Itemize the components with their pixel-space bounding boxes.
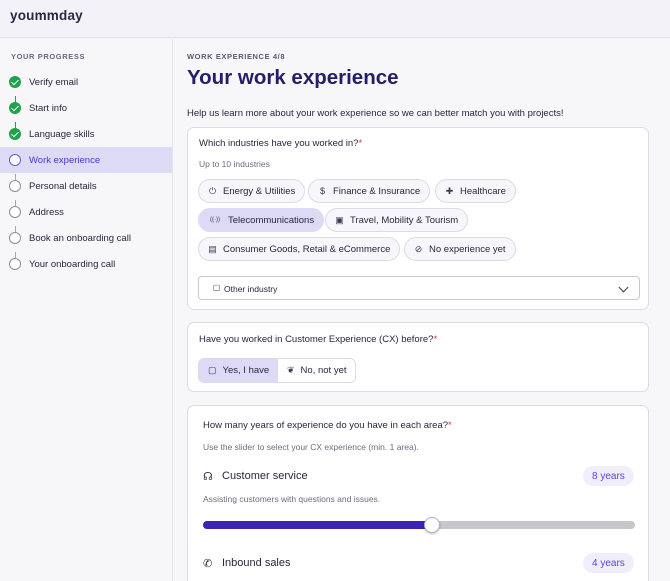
chip-travel-mobility-tourism[interactable]: ▣ Travel, Mobility & Tourism	[325, 208, 469, 232]
industries-question: Which industries have you worked in?*	[199, 138, 363, 149]
customer-service-slider[interactable]	[203, 521, 635, 529]
required-mark: *	[358, 138, 363, 149]
area-description: Assisting customers with questions and i…	[203, 494, 381, 504]
step-label: Your onboarding call	[29, 259, 116, 270]
briefcase-icon: ▢	[208, 365, 217, 375]
step-label: Work experience	[29, 155, 101, 166]
healthcare-icon: ✚	[445, 185, 454, 196]
chip-finance-insurance[interactable]: $ Finance & Insurance	[308, 179, 431, 203]
progress-heading: YOUR PROGRESS	[11, 52, 86, 61]
phone-incoming-icon: ✆	[203, 558, 213, 570]
area-name: Customer service	[222, 470, 308, 482]
industries-hint: Up to 10 industries	[199, 159, 270, 169]
years-question: How many years of experience do you have…	[203, 420, 452, 431]
chip-no-experience[interactable]: ⊘ No experience yet	[404, 237, 516, 261]
check-icon	[9, 102, 21, 114]
chip-healthcare[interactable]: ✚ Healthcare	[435, 179, 516, 203]
cx-experience-card: Have you worked in Customer Experience (…	[187, 322, 649, 392]
sprout-icon: ❦	[287, 365, 295, 375]
other-industry-label: Other industry	[224, 284, 278, 294]
pending-step-icon	[9, 232, 21, 244]
step-personal-details[interactable]: Personal details	[0, 173, 172, 199]
store-icon: ▤	[208, 243, 217, 254]
step-label: Book an onboarding call	[29, 233, 131, 244]
step-label: Start info	[29, 103, 68, 114]
briefcase-icon: ▢	[212, 283, 221, 292]
years-badge: 4 years	[583, 553, 634, 573]
dollar-icon: $	[319, 185, 325, 196]
pending-step-icon	[9, 206, 21, 218]
chevron-down-icon	[618, 282, 629, 293]
years-badge: 8 years	[583, 466, 634, 486]
step-label: Personal details	[29, 181, 97, 192]
step-work-experience[interactable]: Work experience	[0, 147, 172, 173]
step-verify-email[interactable]: Verify email	[0, 69, 172, 95]
chip-energy-utilities[interactable]: ⏻ Energy & Utilities	[198, 179, 306, 203]
headset-icon: ☊	[203, 471, 213, 483]
other-industry-select[interactable]: ▢ Other industry	[198, 276, 640, 300]
cx-toggle: ▢ Yes, I have ❦ No, not yet	[198, 358, 356, 383]
yoummday-logo[interactable]: yoummday	[10, 8, 83, 23]
required-mark: *	[448, 420, 452, 431]
yes-i-have-button[interactable]: ▢ Yes, I have	[199, 359, 278, 382]
step-counter: WORK EXPERIENCE 4/8	[187, 52, 286, 61]
page-intro: Help us learn more about your work exper…	[187, 108, 564, 119]
step-onboarding-call[interactable]: Your onboarding call	[0, 251, 172, 277]
luggage-icon: ▣	[335, 214, 344, 225]
antenna-icon: ((·))	[210, 217, 220, 223]
chip-telecommunications[interactable]: ((·)) Telecommunications	[198, 208, 325, 232]
top-bar: yoummday	[0, 0, 670, 38]
industries-card: Which industries have you worked in?* Up…	[187, 127, 649, 310]
step-label: Language skills	[29, 129, 95, 140]
cx-question: Have you worked in Customer Experience (…	[199, 334, 438, 345]
power-icon: ⏻	[208, 185, 217, 196]
years-hint: Use the slider to select your CX experie…	[203, 442, 419, 452]
no-experience-icon: ⊘	[414, 243, 423, 254]
pending-step-icon	[9, 180, 21, 192]
area-name: Inbound sales	[222, 557, 291, 569]
step-start-info[interactable]: Start info	[0, 95, 172, 121]
step-address[interactable]: Address	[0, 199, 172, 225]
years-experience-card: How many years of experience do you have…	[187, 405, 649, 581]
slider-fill	[203, 521, 432, 529]
check-icon	[9, 128, 21, 140]
step-language-skills[interactable]: Language skills	[0, 121, 172, 147]
pending-step-icon	[9, 258, 21, 270]
progress-sidebar: YOUR PROGRESS Verify email Start info La…	[0, 39, 173, 581]
current-step-icon	[9, 154, 21, 166]
step-label: Address	[29, 207, 64, 218]
page-title: Your work experience	[187, 66, 399, 89]
main-content: WORK EXPERIENCE 4/8 Your work experience…	[173, 39, 670, 581]
check-icon	[9, 76, 21, 88]
step-book-onboarding-call[interactable]: Book an onboarding call	[0, 225, 172, 251]
step-label: Verify email	[29, 77, 79, 88]
chip-consumer-goods-retail[interactable]: ▤ Consumer Goods, Retail & eCommerce	[198, 237, 401, 261]
required-mark: *	[433, 334, 438, 345]
slider-thumb[interactable]	[423, 517, 440, 533]
no-not-yet-button[interactable]: ❦ No, not yet	[278, 359, 355, 382]
